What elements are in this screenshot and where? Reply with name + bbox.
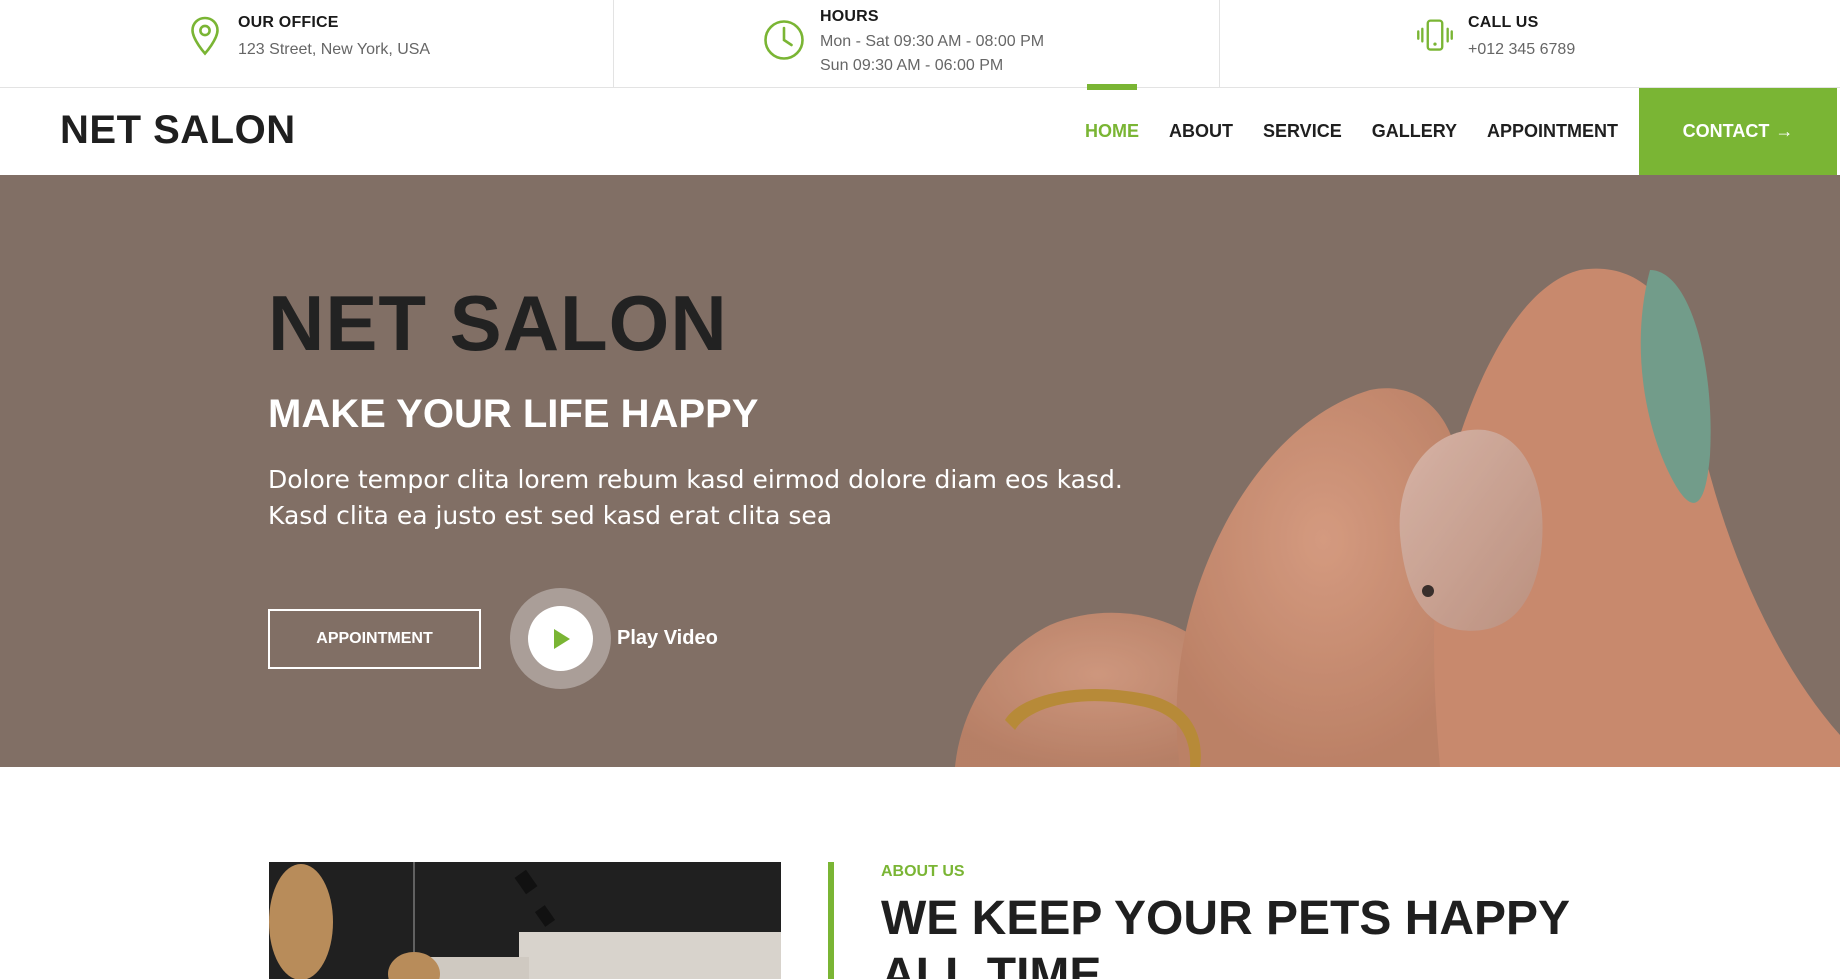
hours-title: HOURS — [820, 8, 879, 25]
phone-number[interactable]: +012 345 6789 — [1468, 38, 1575, 62]
play-icon[interactable] — [528, 606, 593, 671]
brand-logo[interactable]: NET SALON — [60, 108, 296, 153]
contact-button[interactable]: CONTACT → — [1639, 88, 1837, 175]
hero-subtitle: MAKE YOUR LIFE HAPPY — [268, 392, 759, 436]
office-info-cell: OUR OFFICE 123 Street, New York, USA — [0, 0, 614, 88]
nav-home[interactable]: HOME — [1070, 84, 1154, 175]
play-video-button[interactable]: Play Video — [510, 588, 718, 689]
office-address: 123 Street, New York, USA — [238, 41, 431, 58]
contact-label: CONTACT — [1682, 121, 1770, 141]
hours-sunday: Sun 09:30 AM - 06:00 PM — [820, 57, 1004, 74]
nav-links: HOME ABOUT SERVICE GALLERY APPOINTMENT — [1070, 84, 1633, 175]
play-ring[interactable] — [510, 588, 611, 689]
top-info-bar: OUR OFFICE 123 Street, New York, USA HOU… — [0, 0, 1840, 88]
play-video-label[interactable]: Play Video — [617, 627, 718, 650]
hero-title: NET SALON — [268, 279, 728, 367]
about-title-line-2: ALL TIME — [881, 949, 1102, 979]
about-accent-bar — [828, 862, 834, 979]
arrow-right-icon: → — [1775, 121, 1794, 141]
about-title: WE KEEP YOUR PETS HAPPY ALL TIME — [881, 890, 1661, 979]
nav-service[interactable]: SERVICE — [1248, 88, 1357, 175]
phone-vibrate-icon — [1416, 14, 1454, 58]
nav-appointment[interactable]: APPOINTMENT — [1472, 88, 1633, 175]
nav-gallery[interactable]: GALLERY — [1357, 88, 1472, 175]
map-pin-icon — [186, 14, 224, 58]
office-title: OUR OFFICE — [238, 14, 339, 31]
hero-section: NET SALON MAKE YOUR LIFE HAPPY Dolore te… — [0, 175, 1840, 767]
call-info-cell: CALL US +012 345 6789 — [1220, 0, 1840, 88]
call-title: CALL US — [1468, 14, 1539, 31]
hero-description-line-2: Kasd clita ea justo est sed kasd erat cl… — [268, 501, 833, 530]
hours-weekdays: Mon - Sat 09:30 AM - 08:00 PM — [820, 33, 1045, 50]
main-navbar: NET SALON HOME ABOUT SERVICE GALLERY APP… — [0, 84, 1840, 175]
about-subtitle: ABOUT US — [881, 863, 965, 880]
clock-icon — [762, 18, 806, 62]
about-title-line-1: WE KEEP YOUR PETS HAPPY — [881, 892, 1571, 945]
hero-description-line-1: Dolore tempor clita lorem rebum kasd eir… — [268, 465, 1123, 494]
hours-info-cell: HOURS Mon - Sat 09:30 AM - 08:00 PM Sun … — [614, 0, 1220, 88]
about-image — [269, 862, 781, 979]
hero-description: Dolore tempor clita lorem rebum kasd eir… — [268, 462, 1128, 534]
appointment-button[interactable]: APPOINTMENT — [268, 609, 481, 669]
nav-about[interactable]: ABOUT — [1154, 88, 1248, 175]
